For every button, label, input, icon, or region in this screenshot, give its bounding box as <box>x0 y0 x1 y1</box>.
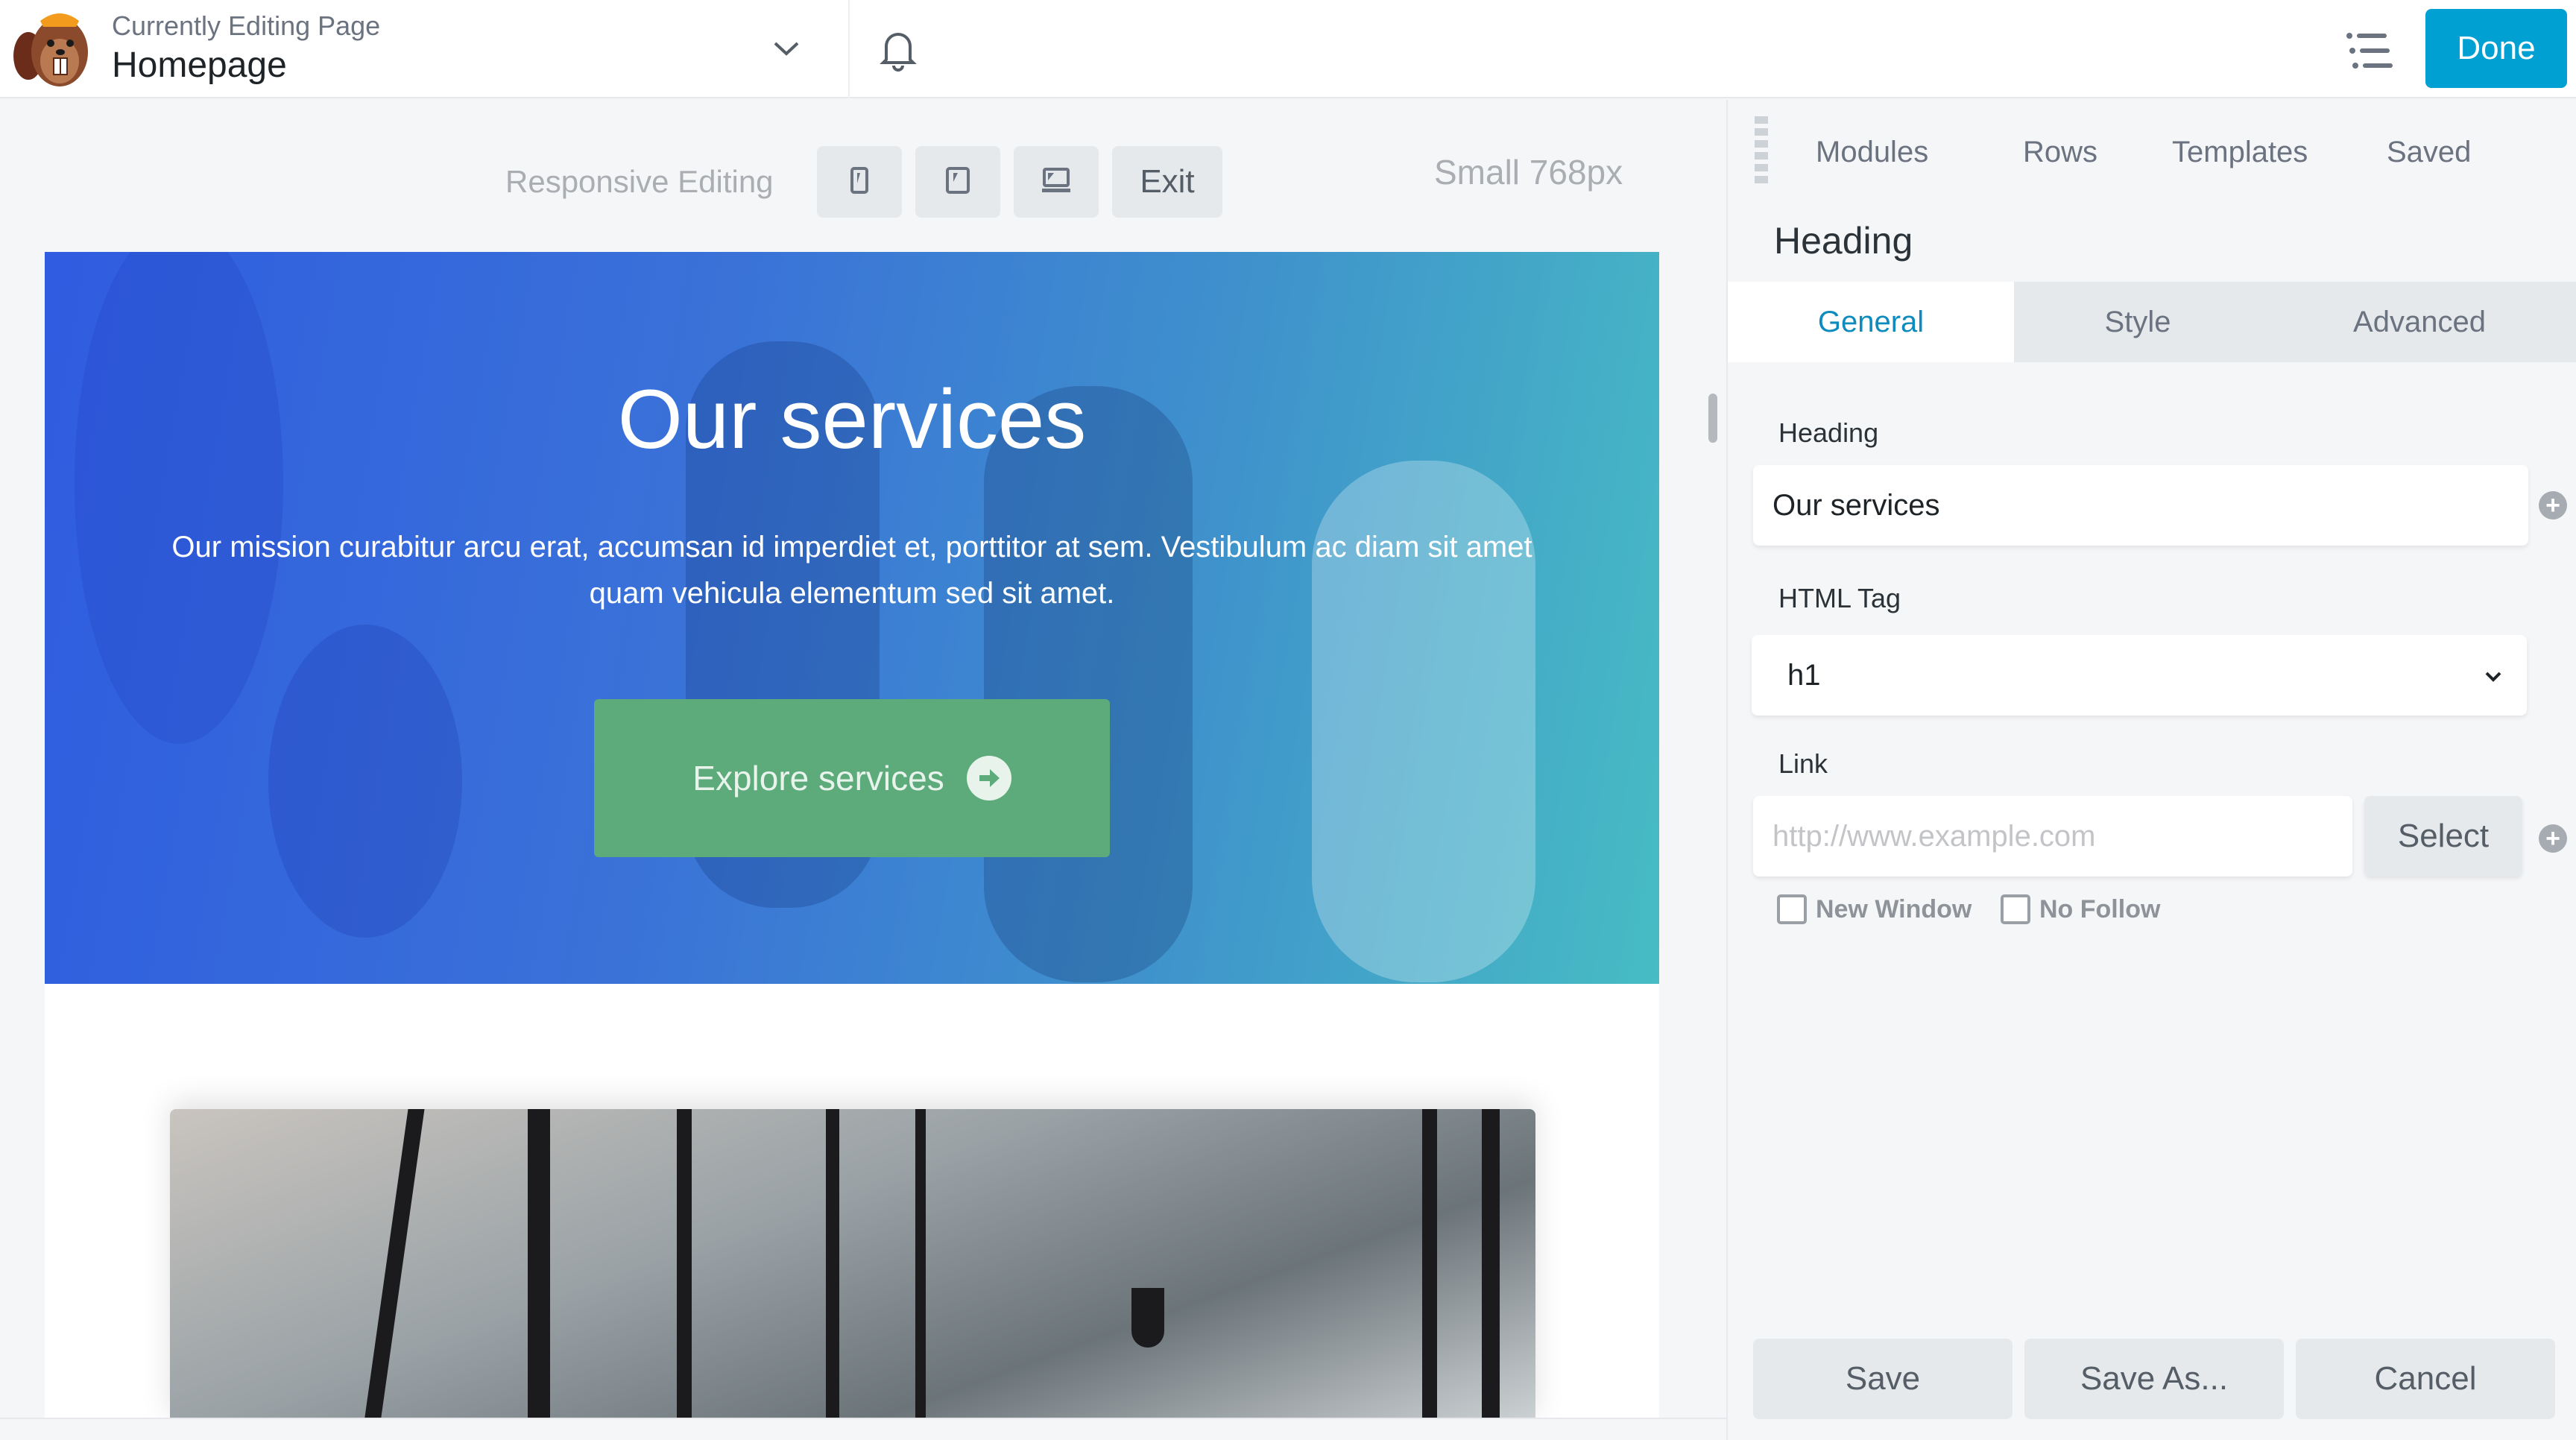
phone-icon <box>850 166 868 198</box>
explore-services-button[interactable]: Explore services <box>594 699 1110 857</box>
heading-input[interactable]: Our services <box>1753 465 2528 546</box>
tab-advanced[interactable]: Advanced <box>2261 282 2576 362</box>
hero-description[interactable]: Our mission curabitur arcu erat, accumsa… <box>164 524 1540 616</box>
no-follow-label: No Follow <box>2039 894 2161 923</box>
html-tag-value: h1 <box>1787 658 1821 692</box>
top-bar: Currently Editing Page Homepage Done <box>0 0 2576 98</box>
page-title: Homepage <box>112 45 287 85</box>
header-divider <box>848 0 850 98</box>
desktop-view-button[interactable] <box>1014 146 1099 218</box>
tab-style[interactable]: Style <box>2014 282 2261 362</box>
link-select-button[interactable]: Select <box>2364 796 2522 877</box>
link-label: Link <box>1778 748 1828 779</box>
no-follow-checkbox[interactable]: No Follow <box>2001 894 2160 924</box>
mobile-view-button[interactable] <box>817 146 902 218</box>
cancel-button[interactable]: Cancel <box>2296 1339 2555 1419</box>
save-button[interactable]: Save <box>1753 1339 2012 1419</box>
chevron-down-icon[interactable] <box>768 30 805 67</box>
html-tag-label: HTML Tag <box>1778 583 1901 613</box>
save-as-button[interactable]: Save As... <box>2024 1339 2284 1419</box>
beaver-logo-icon <box>7 7 97 89</box>
hero-row[interactable]: Our services Our mission curabitur arcu … <box>45 252 1659 984</box>
page-preview: Our services Our mission curabitur arcu … <box>45 252 1659 1418</box>
editing-subtitle: Currently Editing Page <box>112 10 381 41</box>
done-button[interactable]: Done <box>2425 9 2567 88</box>
hero-heading[interactable]: Our services <box>45 371 1659 467</box>
outline-list-icon[interactable] <box>2340 28 2400 73</box>
link-input[interactable]: http://www.example.com <box>1753 796 2352 877</box>
tab-rows[interactable]: Rows <box>2023 136 2097 169</box>
module-title: Heading <box>1774 220 1913 262</box>
tablet-icon <box>946 166 970 198</box>
tab-templates[interactable]: Templates <box>2172 136 2308 169</box>
laptop-icon <box>1042 167 1070 197</box>
canvas-scrollbar[interactable] <box>1708 394 1717 443</box>
breakpoint-size-label: Small 768px <box>1434 153 1623 192</box>
select-chevron-icon <box>2482 662 2504 695</box>
html-tag-select[interactable]: h1 <box>1752 635 2527 716</box>
checkbox-icon <box>1777 894 1807 924</box>
tablet-view-button[interactable] <box>915 146 1000 218</box>
bell-icon[interactable] <box>876 25 921 73</box>
explore-services-label: Explore services <box>692 759 944 798</box>
add-connection-icon[interactable]: + <box>2539 491 2567 520</box>
tab-saved[interactable]: Saved <box>2387 136 2471 169</box>
responsive-editing-label: Responsive Editing <box>505 164 774 199</box>
new-window-label: New Window <box>1816 894 1972 923</box>
new-window-checkbox[interactable]: New Window <box>1777 894 1972 924</box>
checkbox-icon <box>2001 894 2030 924</box>
settings-panel: Modules Rows Templates Saved Heading Gen… <box>1726 100 2576 1440</box>
tab-modules[interactable]: Modules <box>1816 136 1928 169</box>
canvas-bottom-edge <box>0 1418 1726 1440</box>
arrow-right-circle-icon <box>966 756 1011 800</box>
interior-photo <box>170 1109 1535 1418</box>
heading-field-label: Heading <box>1778 417 1879 448</box>
tab-general[interactable]: General <box>1728 282 2014 362</box>
settings-tabs: General Style Advanced <box>1728 282 2576 362</box>
exit-responsive-button[interactable]: Exit <box>1112 146 1222 218</box>
drag-handle-icon[interactable] <box>1755 116 1768 183</box>
add-link-connection-icon[interactable]: + <box>2539 824 2567 853</box>
